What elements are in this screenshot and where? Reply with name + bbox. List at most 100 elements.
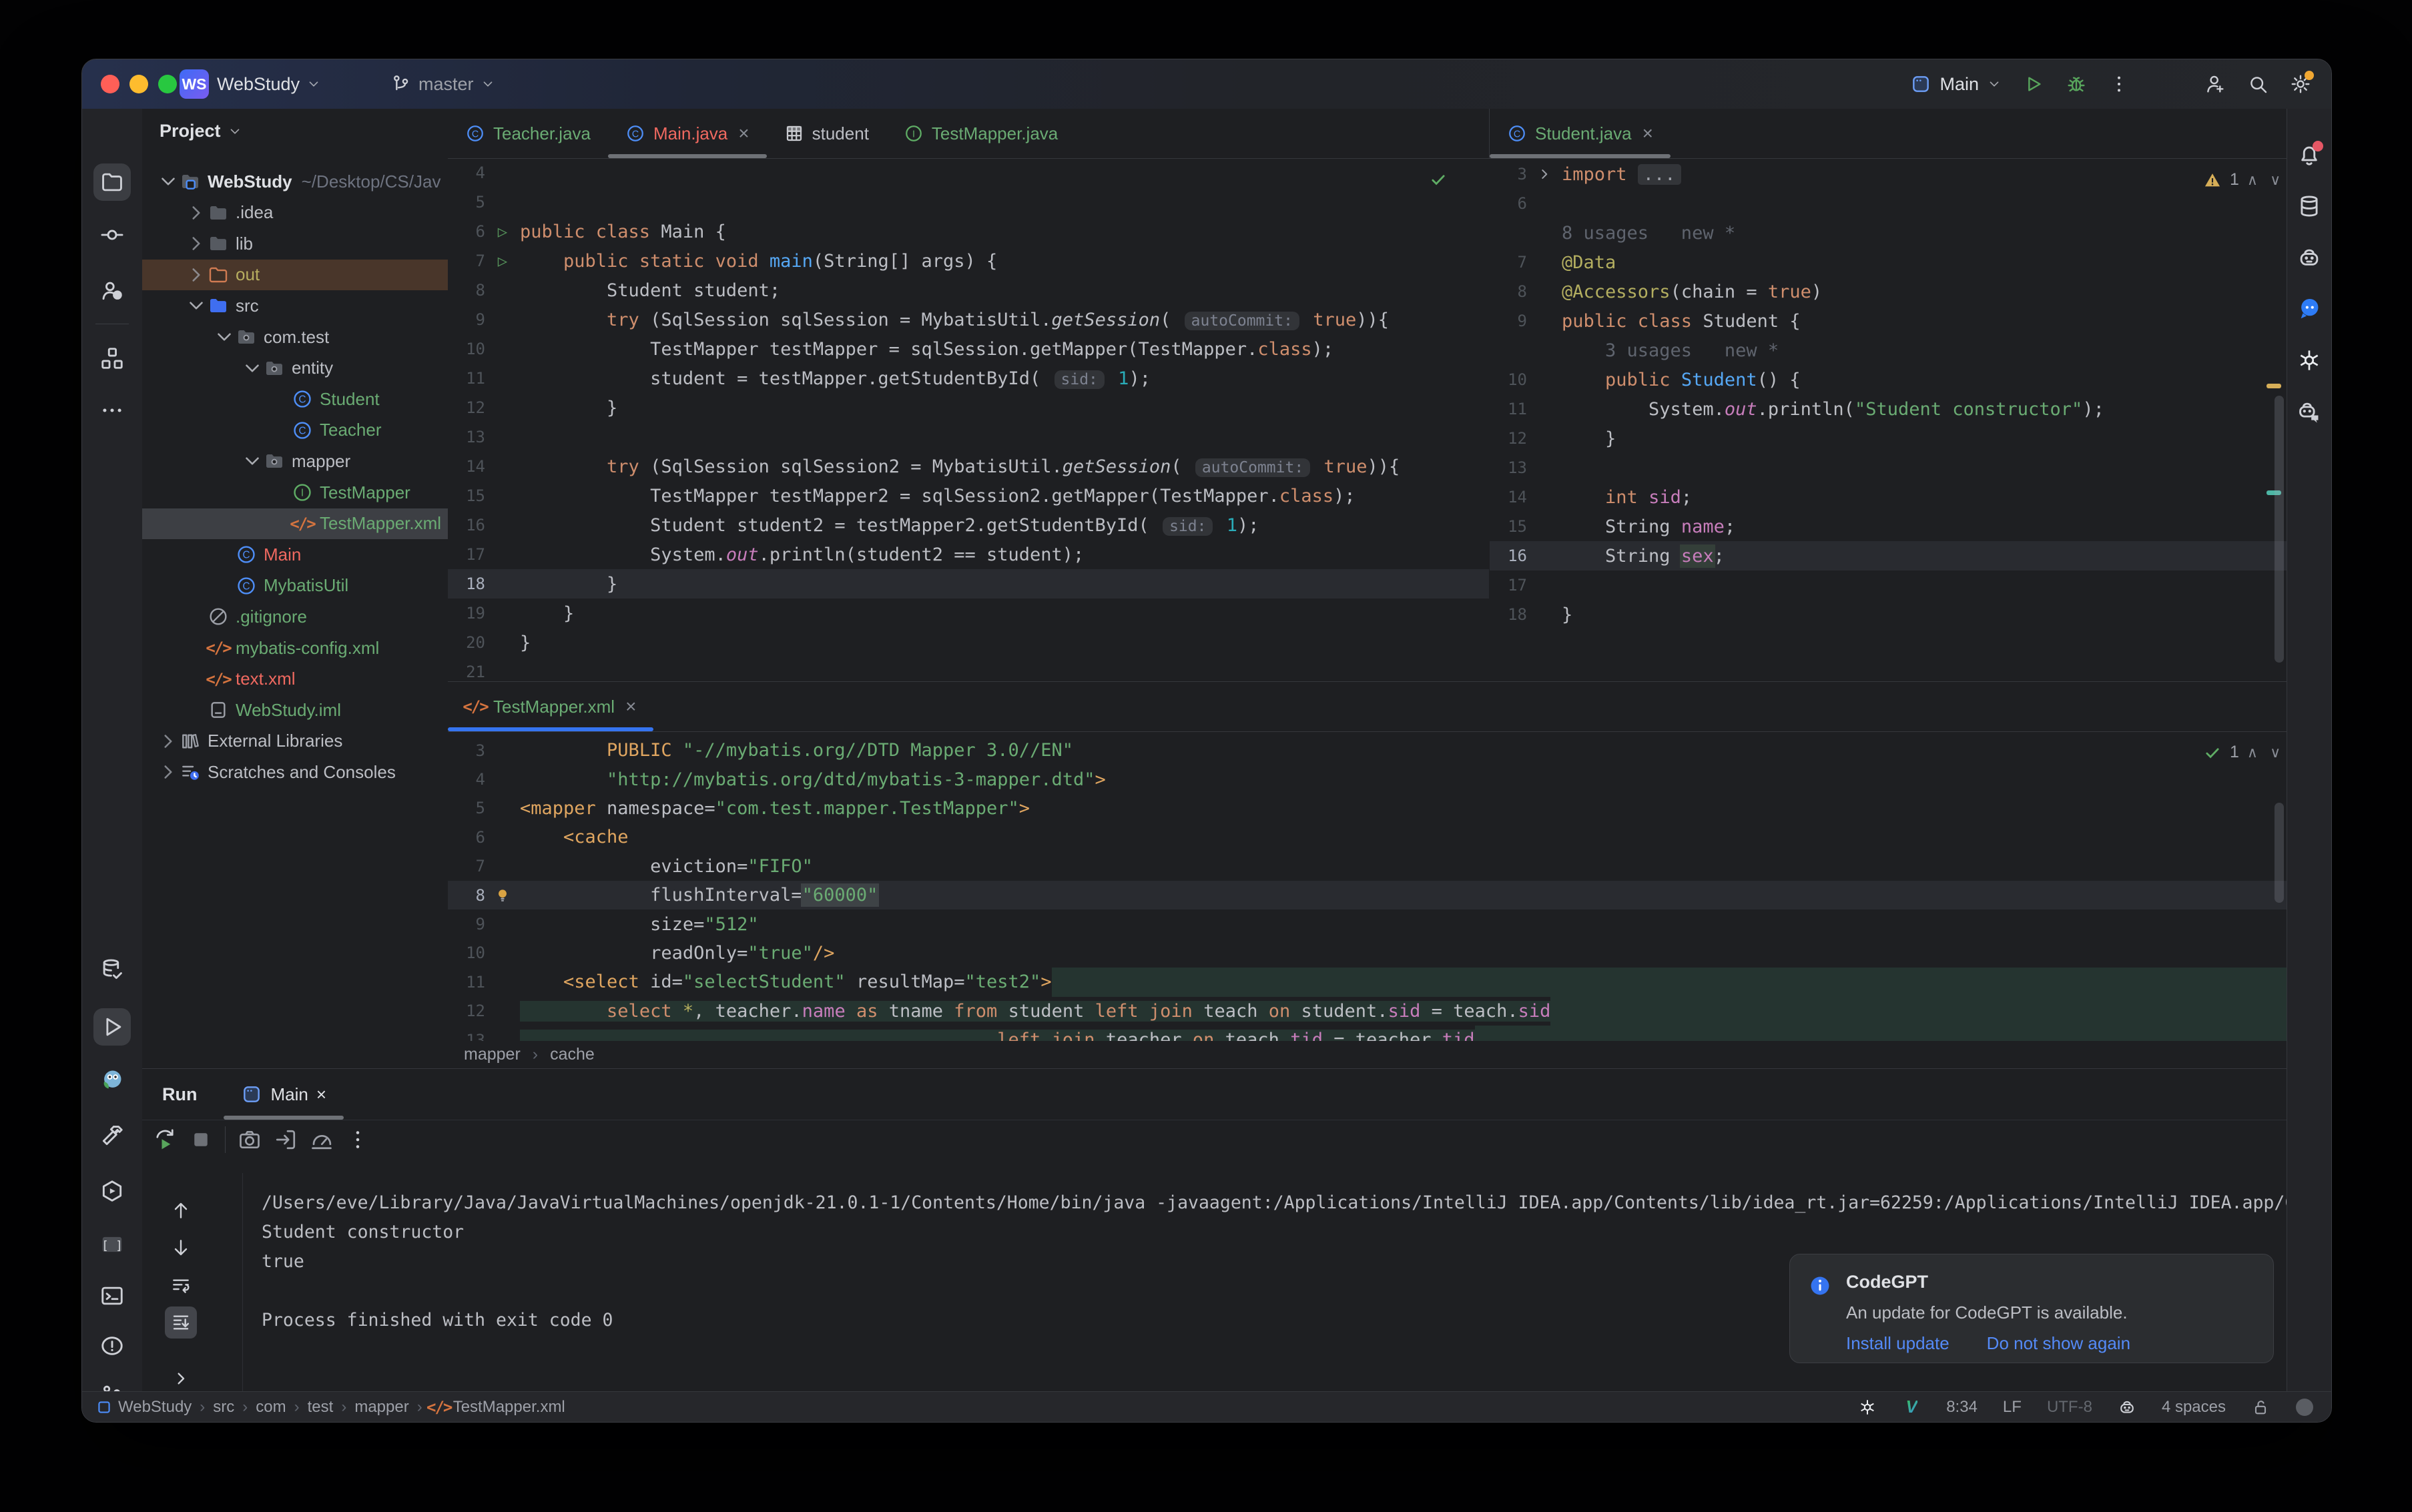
chevron-right-icon[interactable]	[157, 761, 180, 783]
project-selector[interactable]: WebStudy	[217, 59, 321, 109]
code-line-18[interactable]: 18}	[1490, 600, 2287, 629]
gauge-button[interactable]	[310, 1128, 334, 1152]
code-line-13[interactable]: 13	[448, 422, 1489, 452]
code-line-12[interactable]: 12 select *, teacher.name as tname from …	[448, 996, 2287, 1026]
scrollbar-thumb[interactable]	[2275, 803, 2284, 903]
scrollbar-thumb[interactable]	[2275, 396, 2284, 663]
code-line-7[interactable]: 7 @Data	[1490, 248, 2287, 277]
project-panel-header[interactable]: Project	[160, 121, 242, 141]
close-icon[interactable]: ×	[625, 696, 636, 717]
code-line-13[interactable]: 13 left join teacher on teach.tid = teac…	[448, 1025, 2287, 1041]
tree-item-WebStudy[interactable]: WebStudy ~/Desktop/CS/Jav	[142, 166, 448, 197]
tool-button-run[interactable]	[93, 1008, 131, 1046]
code-line-5[interactable]: 5	[448, 187, 1489, 217]
chevron-down-icon[interactable]	[241, 450, 264, 472]
fold-gutter[interactable]	[1527, 165, 1562, 183]
softwrap-button[interactable]	[165, 1269, 197, 1301]
tree-item-Teacher[interactable]: C Teacher	[142, 415, 448, 446]
code-line-9[interactable]: 9 size="512"	[448, 909, 2287, 938]
code-line-10[interactable]: 10 TestMapper testMapper = sqlSession.ge…	[448, 334, 1489, 364]
editor-tab-TestMapper.java[interactable]: I TestMapper.java	[886, 109, 1075, 158]
tool-button-more-tool-windows[interactable]	[93, 392, 131, 429]
play-button[interactable]	[2012, 59, 2055, 109]
camera-button[interactable]	[238, 1128, 262, 1152]
code-line-4[interactable]: 4 "http://mybatis.org/dtd/mybatis-3-mapp…	[448, 765, 2287, 793]
tree-item-src[interactable]: src	[142, 290, 448, 321]
tool-button-ai-assistant[interactable]	[2291, 239, 2328, 276]
tree-item-lib[interactable]: lib	[142, 228, 448, 259]
code-line-6[interactable]: 6 <cache	[448, 823, 2287, 851]
code-line-14[interactable]: 14 try (SqlSession sqlSession2 = Mybatis…	[448, 452, 1489, 481]
tool-button-notifications[interactable]	[2291, 136, 2328, 173]
statusbar-crumb-mapper[interactable]: mapper	[354, 1398, 408, 1417]
editor-tab-Teacher.java[interactable]: C Teacher.java	[448, 109, 608, 158]
code-line-9[interactable]: 9 try (SqlSession sqlSession = MybatisUt…	[448, 305, 1489, 334]
minimize-button[interactable]	[129, 75, 148, 93]
rerun-button[interactable]	[153, 1128, 177, 1152]
editor-tab-Main.java[interactable]: C Main.java ×	[607, 109, 767, 158]
code-line-5[interactable]: 5 <mapper namespace="com.test.mapper.Test…	[448, 794, 2287, 823]
tree-item-Scratches-and-Consoles[interactable]: Scratches and Consoles	[142, 757, 448, 787]
editor-tab-Student.java[interactable]: C Student.java ×	[1490, 109, 1671, 158]
search-button[interactable]	[2236, 59, 2279, 109]
code-line-13[interactable]: 13	[1490, 453, 2287, 482]
circle-widget[interactable]	[2295, 1398, 2314, 1417]
tool-button-project[interactable]	[93, 163, 131, 201]
prev-next-mark[interactable]: ∧ ∨	[2247, 744, 2285, 761]
scrollend-button[interactable]	[165, 1306, 197, 1339]
tree-item-MybatisUtil[interactable]: C MybatisUtil	[142, 571, 448, 601]
openai-widget[interactable]	[1858, 1398, 1877, 1417]
code-line-9[interactable]: 9 public class Student {	[1490, 306, 2287, 336]
tool-button-problems[interactable]	[93, 1327, 131, 1365]
breadcrumb-mapper[interactable]: mapper	[464, 1045, 521, 1064]
tool-button-chat[interactable]	[2291, 290, 2328, 328]
stop-button[interactable]	[189, 1128, 213, 1152]
inspection-ok-indicator[interactable]	[1429, 170, 1448, 189]
tool-button-database-services[interactable]	[93, 951, 131, 988]
code-line-12[interactable]: 12 }	[448, 393, 1489, 422]
chevron-right-icon[interactable]	[185, 232, 208, 255]
code-line-10[interactable]: 10 readOnly="true"/>	[448, 939, 2287, 968]
run-gutter[interactable]: ▷	[485, 222, 520, 241]
statusbar-item-4-spaces[interactable]: 4 spaces	[2162, 1398, 2226, 1417]
tree-item-out[interactable]: out	[142, 259, 448, 290]
do-not-show-again-link[interactable]: Do not show again	[1987, 1333, 2130, 1354]
code-line-10[interactable]: 10 public Student() {	[1490, 365, 2287, 394]
tool-button-codegpt-chat[interactable]	[2291, 342, 2328, 379]
chevron-down-icon[interactable]	[241, 357, 264, 380]
inspection-warning-indicator[interactable]: 1 ∧ ∨	[2203, 170, 2285, 190]
code-line-7[interactable]: 7 eviction="FIFO"	[448, 852, 2287, 881]
tree-item-mapper[interactable]: mapper	[142, 446, 448, 476]
code-line-11[interactable]: 11 System.out.println("Student construct…	[1490, 394, 2287, 424]
kebab-button[interactable]	[2098, 59, 2140, 109]
code-line-11[interactable]: 11 student = testMapper.getStudentById( …	[448, 364, 1489, 393]
chevron-right-icon[interactable]	[185, 202, 208, 224]
code-line-16[interactable]: 16 String sex;	[1490, 541, 2287, 571]
run-config-selector[interactable]: Main	[1899, 59, 2012, 109]
code-line-15[interactable]: 15 TestMapper testMapper2 = sqlSession2.…	[448, 481, 1489, 510]
gear-button[interactable]	[2279, 59, 2322, 109]
statusbar-crumb-src[interactable]: src	[213, 1398, 234, 1417]
tool-button-build[interactable]	[93, 1117, 131, 1154]
tree-item-TestMapper.xml[interactable]: </> TestMapper.xml	[142, 508, 448, 539]
import-button[interactable]	[274, 1128, 298, 1152]
code-line-3[interactable]: 3 import ...	[1490, 159, 2287, 189]
statusbar-crumb-test[interactable]: test	[308, 1398, 334, 1417]
statusbar-crumb-file[interactable]: TestMapper.xml	[453, 1398, 565, 1417]
tool-button-collaboration[interactable]: ?	[93, 272, 131, 309]
tool-button-services[interactable]	[93, 1172, 131, 1210]
close-icon[interactable]: ×	[1642, 123, 1653, 144]
code-line-8[interactable]: 8 flushInterval="60000"	[448, 880, 2287, 910]
statusbar-item-8-34[interactable]: 8:34	[1946, 1398, 1978, 1417]
arrow-down-button[interactable]	[165, 1232, 197, 1264]
statusbar-crumb-WebStudy[interactable]: WebStudy	[118, 1398, 192, 1417]
tool-button-plugin-mascot[interactable]	[93, 1061, 131, 1098]
tool-button-terminal[interactable]	[93, 1277, 131, 1314]
tree-item-Student[interactable]: C Student	[142, 384, 448, 414]
chevron-down-icon[interactable]	[213, 326, 236, 348]
tree-item-TestMapper[interactable]: I TestMapper	[142, 477, 448, 508]
code-line-6[interactable]: 6	[1490, 189, 2287, 218]
tree-item-mybatis-config.xml[interactable]: </> mybatis-config.xml	[142, 633, 448, 663]
user-plus-button[interactable]	[2194, 59, 2236, 109]
chevron-down-icon[interactable]	[157, 170, 180, 193]
